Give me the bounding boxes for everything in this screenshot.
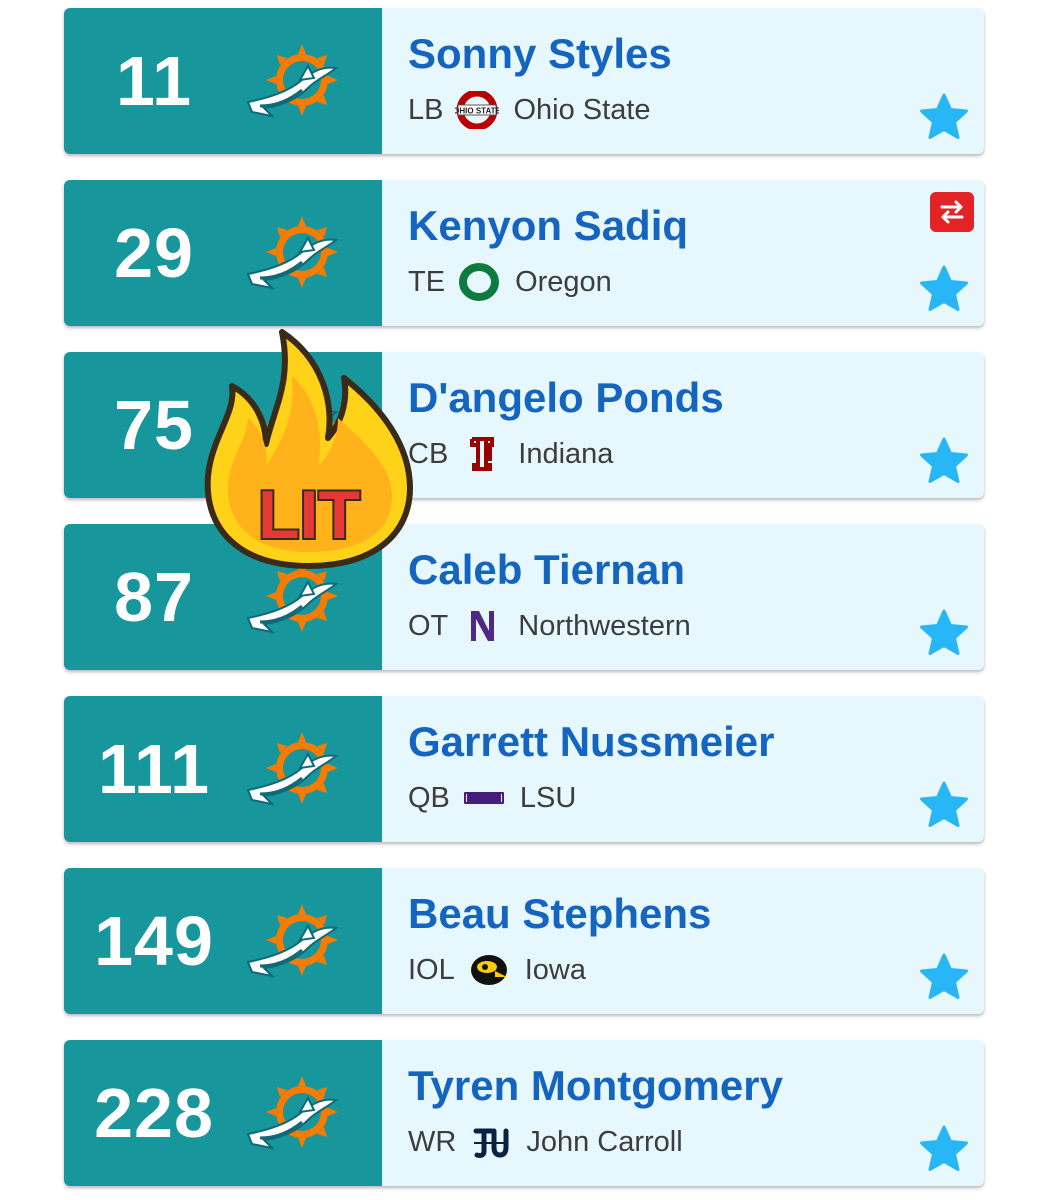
player-details: IOL Iowa <box>408 950 586 990</box>
pick-number: 228 <box>94 1074 214 1152</box>
dolphins-logo-icon <box>246 42 340 118</box>
school-name: John Carroll <box>526 1125 683 1158</box>
favorite-star-icon[interactable] <box>918 952 970 1002</box>
player-name: D'angelo Ponds <box>408 374 724 421</box>
player-info: Garrett Nussmeier QB LSU <box>382 696 984 842</box>
school-name: Ohio State <box>513 93 651 126</box>
svg-text:OHIO STATE: OHIO STATE <box>455 107 499 116</box>
pick-number: 87 <box>114 558 194 636</box>
ohio-state-logo-icon: OHIO STATE <box>455 91 499 129</box>
player-name: Sonny Styles <box>408 30 672 77</box>
dolphins-logo-icon <box>246 214 340 290</box>
player-info: Tyren Montgomery WR John Carroll <box>382 1040 984 1186</box>
school-name: LSU <box>519 781 577 814</box>
dolphins-logo-icon <box>246 1074 340 1150</box>
player-details: WR John Carroll <box>408 1122 683 1162</box>
team-panel: 228 <box>64 1040 382 1186</box>
pick-card[interactable]: 29 Kenyon Sadiq TE Oregon <box>64 180 984 326</box>
northwestern-logo-icon <box>471 611 495 641</box>
player-position: OT <box>408 609 449 642</box>
favorite-star-icon[interactable] <box>918 436 970 486</box>
player-info: Beau Stephens IOL Iowa <box>382 868 984 1014</box>
player-name: Tyren Montgomery <box>408 1062 783 1109</box>
favorite-star-icon[interactable] <box>918 264 970 314</box>
player-position: TE <box>408 265 446 298</box>
trade-swap-icon[interactable] <box>930 192 974 232</box>
dolphins-logo-icon <box>246 730 340 806</box>
player-info: D'angelo Ponds CB Indiana <box>382 352 984 498</box>
pick-card[interactable]: 111 Garrett Nussmeier QB LSU <box>64 696 984 842</box>
player-position: LB <box>408 93 444 126</box>
team-panel: 111 <box>64 696 382 842</box>
pick-number: 111 <box>97 730 211 808</box>
player-details: OT Northwestern <box>408 606 691 646</box>
player-details: CB Indiana <box>408 434 613 474</box>
pick-number: 149 <box>94 902 214 980</box>
dolphins-logo-icon <box>246 386 340 462</box>
player-name: Kenyon Sadiq <box>408 202 689 249</box>
dolphins-logo-icon <box>246 558 340 634</box>
player-name: Caleb Tiernan <box>408 546 685 593</box>
lsu-logo-icon <box>463 792 504 804</box>
dolphins-logo-icon <box>246 902 340 978</box>
player-details: QB LSU <box>408 778 576 818</box>
team-panel: 29 <box>64 180 382 326</box>
pick-card[interactable]: 75 D'angelo Ponds CB Indiana <box>64 352 984 498</box>
team-panel: 87 <box>64 524 382 670</box>
player-position: IOL <box>408 953 455 986</box>
player-position: QB <box>408 781 450 814</box>
indiana-logo-icon <box>470 437 495 471</box>
iowa-hawkeye-logo-icon <box>470 955 507 985</box>
john-carroll-logo-icon <box>473 1128 509 1158</box>
team-panel: 11 <box>64 8 382 154</box>
school-name: Iowa <box>524 953 587 986</box>
pick-card[interactable]: 149 Beau Stephens IOL Iowa <box>64 868 984 1014</box>
pick-number: 75 <box>114 386 194 464</box>
player-name: Garrett Nussmeier <box>408 718 775 765</box>
player-position: WR <box>408 1125 457 1158</box>
player-name: Beau Stephens <box>408 890 712 937</box>
pick-number: 11 <box>116 42 192 120</box>
school-name: Northwestern <box>518 609 691 642</box>
player-info: Sonny Styles LB OHIO STATE Ohio State <box>382 8 984 154</box>
pick-card[interactable]: 87 Caleb Tiernan OT Northwestern <box>64 524 984 670</box>
player-details: LB OHIO STATE Ohio State <box>408 90 651 130</box>
player-info: Caleb Tiernan OT Northwestern <box>382 524 984 670</box>
school-name: Indiana <box>518 437 614 470</box>
pick-card[interactable]: 11 Sonny Styles LB OHIO STATE Ohio State <box>64 8 984 154</box>
player-details: TE Oregon <box>408 262 612 302</box>
favorite-star-icon[interactable] <box>918 1124 970 1174</box>
pick-card[interactable]: 228 Tyren Montgomery WR John Carroll <box>64 1040 984 1186</box>
player-info: Kenyon Sadiq TE Oregon <box>382 180 984 326</box>
favorite-star-icon[interactable] <box>918 92 970 142</box>
team-panel: 149 <box>64 868 382 1014</box>
favorite-star-icon[interactable] <box>918 780 970 830</box>
school-name: Oregon <box>515 265 612 298</box>
favorite-star-icon[interactable] <box>918 608 970 658</box>
team-panel: 75 <box>64 352 382 498</box>
player-position: CB <box>408 437 449 470</box>
pick-number: 29 <box>114 214 194 292</box>
oregon-logo-icon <box>459 263 500 301</box>
